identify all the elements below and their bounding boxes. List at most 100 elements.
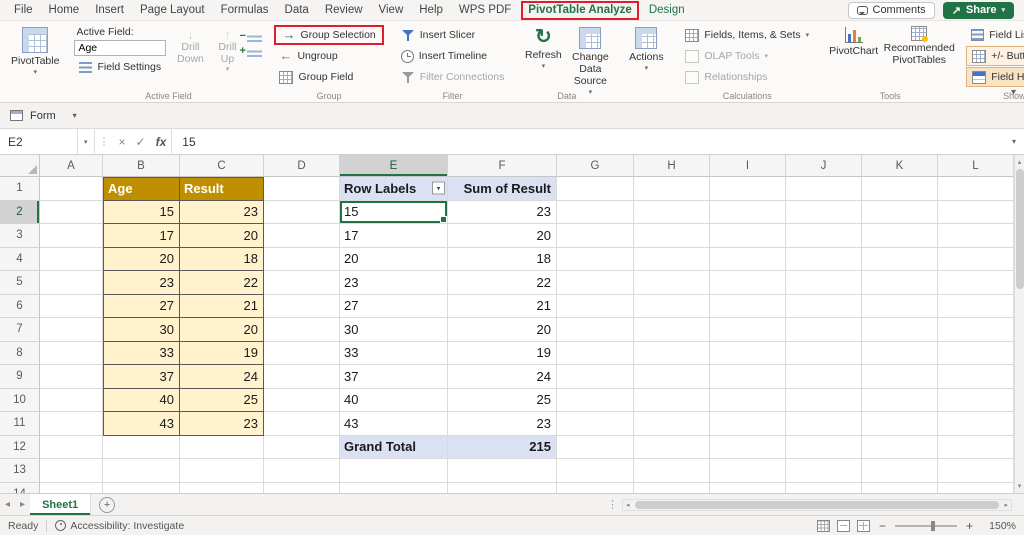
cell-E10[interactable]: 40	[340, 389, 448, 413]
menu-item-help[interactable]: Help	[411, 0, 451, 20]
cell-E9[interactable]: 37	[340, 365, 448, 389]
cell-H10[interactable]	[634, 389, 710, 413]
cell-J6[interactable]	[786, 295, 862, 319]
cell-A11[interactable]	[40, 412, 103, 436]
form-label[interactable]: Form	[30, 110, 56, 122]
cell-L1[interactable]	[938, 177, 1014, 201]
menu-item-insert[interactable]: Insert	[87, 0, 132, 20]
sheet-nav-left-icon[interactable]: ◂	[0, 499, 15, 510]
cell-D8[interactable]	[264, 342, 340, 366]
column-header-A[interactable]: A	[40, 155, 103, 177]
column-header-G[interactable]: G	[557, 155, 634, 177]
cell-E3[interactable]: 17	[340, 224, 448, 248]
share-button[interactable]: ↗ Share ▾	[943, 2, 1014, 19]
cell-L4[interactable]	[938, 248, 1014, 272]
collapse-ribbon-icon[interactable]: ▾	[1011, 87, 1016, 98]
menu-item-design[interactable]: Design	[641, 0, 693, 20]
cell-L11[interactable]	[938, 412, 1014, 436]
cell-J2[interactable]	[786, 201, 862, 225]
actions-button[interactable]: Actions ▾	[624, 25, 668, 75]
cell-K7[interactable]	[862, 318, 938, 342]
pivotchart-button[interactable]: PivotChart	[826, 25, 881, 59]
cell-G4[interactable]	[557, 248, 634, 272]
cell-D5[interactable]	[264, 271, 340, 295]
refresh-button[interactable]: ↻ Refresh ▾	[521, 25, 565, 73]
cell-K8[interactable]	[862, 342, 938, 366]
cell-J7[interactable]	[786, 318, 862, 342]
cell-A14[interactable]	[40, 483, 103, 494]
cell-K5[interactable]	[862, 271, 938, 295]
column-header-J[interactable]: J	[786, 155, 862, 177]
cell-H7[interactable]	[634, 318, 710, 342]
cell-L6[interactable]	[938, 295, 1014, 319]
fields-items-sets-button[interactable]: Fields, Items, & Sets ▾	[680, 25, 814, 45]
page-break-view-button[interactable]	[857, 520, 870, 532]
cell-G9[interactable]	[557, 365, 634, 389]
cell-B14[interactable]	[103, 483, 180, 494]
cell-B10[interactable]: 40	[103, 389, 180, 413]
column-header-F[interactable]: F	[448, 155, 557, 177]
cell-D6[interactable]	[264, 295, 340, 319]
cell-J11[interactable]	[786, 412, 862, 436]
cell-I4[interactable]	[710, 248, 786, 272]
cell-I3[interactable]	[710, 224, 786, 248]
cell-E4[interactable]: 20	[340, 248, 448, 272]
insert-function-icon[interactable]: fx	[151, 135, 172, 149]
cell-L5[interactable]	[938, 271, 1014, 295]
cell-E1[interactable]: Row Labels▾	[340, 177, 448, 201]
cell-I14[interactable]	[710, 483, 786, 494]
cancel-icon[interactable]: ×	[114, 135, 131, 149]
cell-J14[interactable]	[786, 483, 862, 494]
column-header-I[interactable]: I	[710, 155, 786, 177]
cell-I12[interactable]	[710, 436, 786, 460]
row-header-9[interactable]: 9	[0, 365, 40, 389]
cell-I9[interactable]	[710, 365, 786, 389]
cell-A6[interactable]	[40, 295, 103, 319]
cell-A4[interactable]	[40, 248, 103, 272]
cell-D11[interactable]	[264, 412, 340, 436]
cell-G3[interactable]	[557, 224, 634, 248]
cell-K4[interactable]	[862, 248, 938, 272]
add-sheet-button[interactable]: +	[99, 497, 115, 513]
column-header-H[interactable]: H	[634, 155, 710, 177]
cell-C8[interactable]: 19	[180, 342, 264, 366]
row-header-12[interactable]: 12	[0, 436, 40, 460]
cell-C5[interactable]: 22	[180, 271, 264, 295]
normal-view-button[interactable]	[817, 520, 830, 532]
insert-slicer-button[interactable]: Insert Slicer	[396, 25, 510, 45]
cell-E8[interactable]: 33	[340, 342, 448, 366]
cell-L2[interactable]	[938, 201, 1014, 225]
drill-down-button[interactable]: ↓ Drill Down	[173, 25, 207, 65]
field-settings-button[interactable]: Field Settings	[74, 57, 170, 77]
formula-bar-expand-icon[interactable]: ▾	[1012, 137, 1024, 146]
field-list-button[interactable]: Field List	[966, 25, 1024, 45]
cell-K10[interactable]	[862, 389, 938, 413]
cell-F1[interactable]: Sum of Result	[448, 177, 557, 201]
cell-H14[interactable]	[634, 483, 710, 494]
cell-J9[interactable]	[786, 365, 862, 389]
cell-D9[interactable]	[264, 365, 340, 389]
cell-C2[interactable]: 23	[180, 201, 264, 225]
sheet-nav-right-icon[interactable]: ▸	[15, 499, 30, 510]
plus-minus-buttons-button[interactable]: +/- Buttons	[966, 46, 1024, 66]
zoom-slider-handle[interactable]	[931, 521, 935, 531]
cell-G10[interactable]	[557, 389, 634, 413]
cell-C9[interactable]: 24	[180, 365, 264, 389]
cell-B6[interactable]: 27	[103, 295, 180, 319]
menu-item-data[interactable]: Data	[277, 0, 317, 20]
cell-K13[interactable]	[862, 459, 938, 483]
cell-K6[interactable]	[862, 295, 938, 319]
relationships-button[interactable]: Relationships	[680, 67, 814, 87]
cell-B2[interactable]: 15	[103, 201, 180, 225]
menu-item-pivottable-analyze[interactable]: PivotTable Analyze	[521, 1, 639, 20]
row-labels-filter-button[interactable]: ▾	[432, 182, 445, 195]
cell-J8[interactable]	[786, 342, 862, 366]
cell-K1[interactable]	[862, 177, 938, 201]
row-header-10[interactable]: 10	[0, 389, 40, 413]
menu-item-review[interactable]: Review	[317, 0, 371, 20]
cell-G2[interactable]	[557, 201, 634, 225]
cell-K3[interactable]	[862, 224, 938, 248]
cell-A1[interactable]	[40, 177, 103, 201]
cell-F7[interactable]: 20	[448, 318, 557, 342]
cell-I11[interactable]	[710, 412, 786, 436]
